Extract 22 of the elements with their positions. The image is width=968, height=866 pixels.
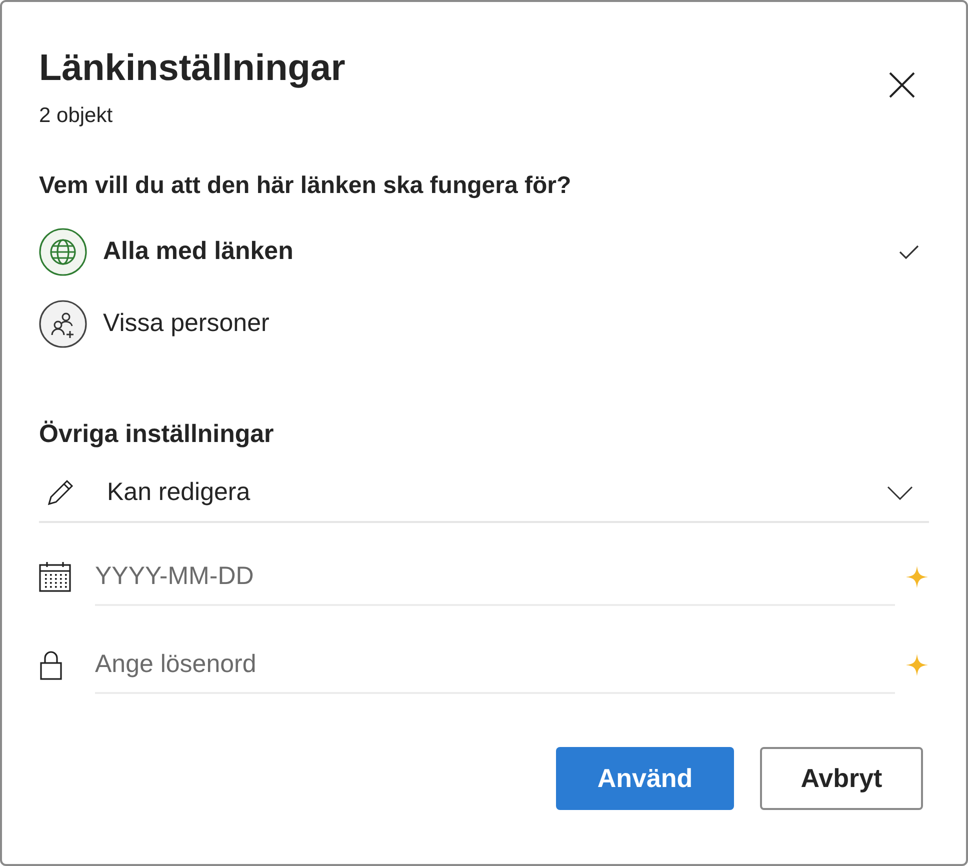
password-field[interactable]: Ange lösenord — [95, 636, 895, 694]
lock-icon — [39, 650, 63, 680]
section-heading: Övriga inställningar — [39, 418, 275, 450]
chevron-down-icon — [887, 486, 913, 500]
audience-option[interactable]: Alla med länken — [39, 228, 929, 276]
sparkle-icon — [905, 653, 929, 677]
pencil-icon — [45, 478, 75, 508]
cancel-button[interactable]: Avbryt — [760, 747, 923, 810]
question-text: Vem vill du att den här länken ska fungera för? — [39, 170, 572, 200]
close-icon — [889, 72, 915, 98]
calendar-icon — [39, 562, 71, 592]
item-count: 2 objekt — [39, 103, 114, 129]
people-add-icon — [39, 300, 87, 348]
globe-icon — [39, 228, 87, 276]
sparkle-icon — [905, 565, 929, 589]
audience-option[interactable]: Vissa personer — [39, 300, 929, 348]
checkmark-icon — [899, 244, 919, 258]
dialog-title: Länkinställningar — [39, 46, 346, 90]
close-button[interactable] — [887, 70, 917, 100]
date-field[interactable]: YYYY-MM-DD — [95, 548, 895, 606]
permission-dropdown[interactable]: Kan redigera — [39, 465, 929, 523]
apply-button[interactable]: Använd — [556, 747, 734, 810]
